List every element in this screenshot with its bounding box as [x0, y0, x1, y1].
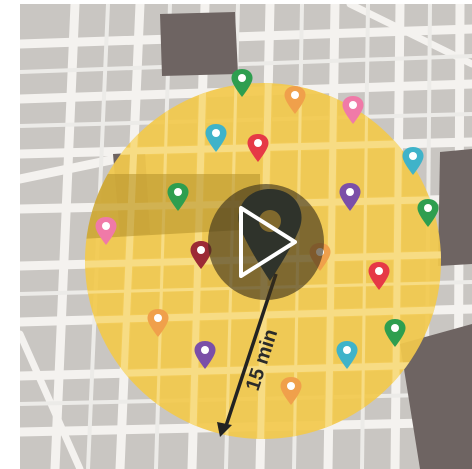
map-canvas: 15 min — [20, 4, 472, 469]
map-view[interactable]: 15 min — [20, 4, 472, 469]
building-right — [438, 149, 472, 266]
video-play-button[interactable] — [208, 184, 324, 300]
building-top — [160, 12, 238, 76]
